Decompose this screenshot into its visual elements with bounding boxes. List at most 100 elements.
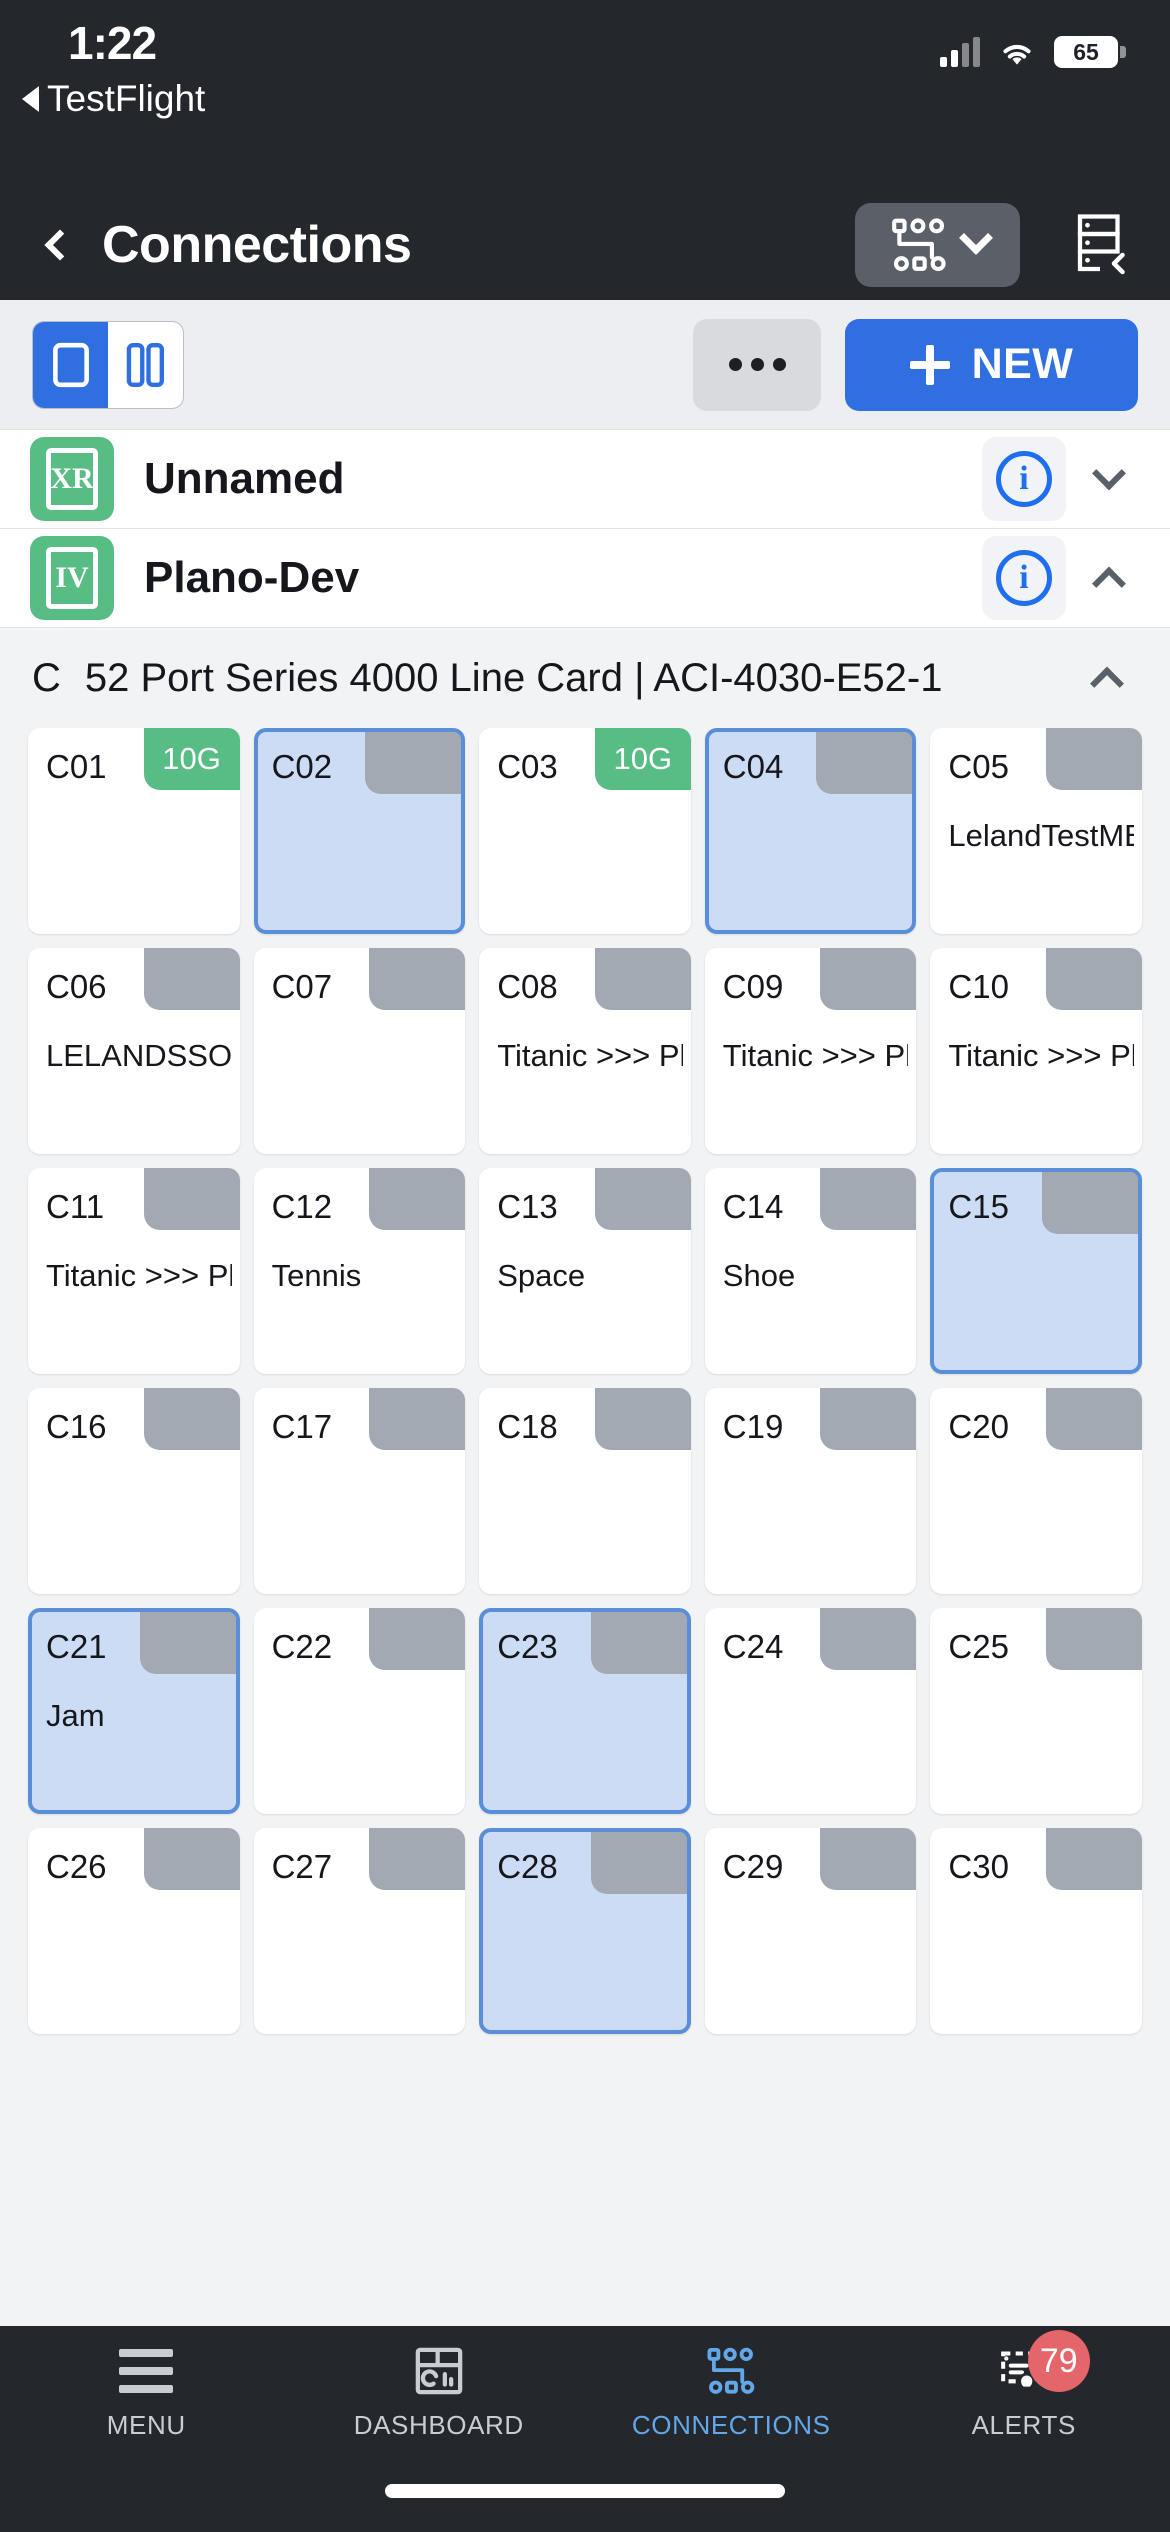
port-status-badge: [820, 1608, 917, 1670]
port-status-badge: [594, 1168, 691, 1230]
tab-dashboard[interactable]: DASHBOARD: [293, 2344, 586, 2441]
port-card[interactable]: C28: [479, 1828, 691, 2034]
port-label: Jam: [46, 1698, 105, 1733]
device-expand-toggle[interactable]: [1092, 456, 1126, 496]
line-card-collapse-toggle[interactable]: [1090, 661, 1124, 701]
port-id: C08: [497, 968, 558, 1005]
tab-alerts[interactable]: 79 ALERTS: [878, 2330, 1170, 2441]
tab-connections[interactable]: CONNECTIONS: [585, 2344, 878, 2441]
port-card[interactable]: C11 Titanic >>> Pl...: [28, 1168, 240, 1374]
port-id: C13: [497, 1188, 558, 1225]
battery-level: 65: [1073, 38, 1099, 65]
line-card-title: 52 Port Series 4000 Line Card | ACI-4030…: [84, 655, 943, 700]
more-options-button[interactable]: [693, 318, 821, 411]
home-indicator: [385, 2484, 785, 2498]
device-collapse-toggle[interactable]: [1092, 561, 1126, 601]
port-card[interactable]: C15: [930, 1168, 1142, 1374]
dashboard-icon: [412, 2344, 466, 2398]
port-id: C18: [497, 1408, 558, 1445]
port-card[interactable]: C09 Titanic >>> Pl...: [704, 948, 917, 1154]
tab-menu[interactable]: MENU: [0, 2344, 293, 2441]
device-badge-label: IV: [46, 547, 98, 609]
port-card[interactable]: C04: [704, 728, 917, 934]
port-id: C03: [497, 748, 558, 785]
port-label: Tennis: [271, 1258, 362, 1293]
device-name: Plano-Dev: [144, 553, 360, 602]
triangle-left-icon: [22, 86, 39, 112]
port-label: Titanic >>> Pl...: [497, 1038, 683, 1073]
topology-view-button[interactable]: [855, 203, 1020, 287]
port-card[interactable]: C12 Tennis: [253, 1168, 466, 1374]
port-card[interactable]: C23: [479, 1608, 691, 1814]
port-id: C23: [497, 1628, 558, 1665]
device-info-button[interactable]: i: [982, 536, 1066, 620]
port-id: C25: [948, 1628, 1009, 1665]
device-type-badge: IV: [30, 536, 114, 620]
port-status-badge: [369, 1168, 466, 1230]
view-single-pane-button[interactable]: [33, 321, 108, 408]
port-grid-scroll-area[interactable]: C01 10G C02 C03 10G C04 C05 LelandTestMB3 C06 LEL…: [0, 728, 1170, 2326]
line-card-header[interactable]: C 52 Port Series 4000 Line Card | ACI-40…: [0, 628, 1170, 728]
port-card[interactable]: C02: [253, 728, 466, 934]
port-status-badge: [1042, 1172, 1138, 1234]
port-card[interactable]: C29: [704, 1828, 917, 2034]
port-card[interactable]: C20: [930, 1388, 1142, 1594]
port-card[interactable]: C21 Jam: [28, 1608, 240, 1814]
view-split-pane-button[interactable]: [108, 322, 183, 408]
back-to-app-link[interactable]: TestFlight: [22, 78, 205, 120]
port-card[interactable]: C14 Shoe: [704, 1168, 917, 1374]
port-id: C17: [271, 1408, 333, 1445]
port-card[interactable]: C24: [704, 1608, 917, 1814]
port-status-badge: [139, 1612, 236, 1674]
new-button[interactable]: NEW: [845, 318, 1138, 411]
port-id: C21: [46, 1628, 107, 1665]
port-card[interactable]: C01 10G: [28, 728, 240, 934]
port-status-badge: [365, 732, 462, 794]
device-name: Unnamed: [144, 454, 345, 503]
port-card[interactable]: C18: [479, 1388, 691, 1594]
port-id: C22: [271, 1628, 333, 1665]
port-card[interactable]: C16: [28, 1388, 240, 1594]
back-button[interactable]: [30, 209, 90, 281]
port-id: C11: [46, 1188, 105, 1225]
port-status-badge: [369, 948, 466, 1010]
topology-icon: [891, 218, 946, 272]
port-card[interactable]: C08 Titanic >>> Pl...: [479, 948, 691, 1154]
port-card[interactable]: C03 10G: [479, 728, 691, 934]
port-card[interactable]: C30: [930, 1828, 1142, 2034]
port-id: C19: [722, 1408, 784, 1445]
port-id: C28: [497, 1848, 558, 1885]
port-status-badge: [820, 948, 917, 1010]
port-status-badge: [1046, 1828, 1142, 1890]
port-card[interactable]: C19: [704, 1388, 917, 1594]
port-status-badge: [369, 1828, 466, 1890]
port-label: LelandTestMB3: [948, 818, 1134, 853]
port-id: C06: [46, 968, 107, 1005]
port-label: Space: [497, 1258, 586, 1293]
new-button-label: NEW: [971, 340, 1074, 388]
port-card[interactable]: C26: [28, 1828, 240, 2034]
port-status-badge: [590, 1832, 687, 1894]
port-id: C12: [271, 1188, 333, 1225]
port-card[interactable]: C07: [253, 948, 466, 1154]
chevron-down-icon: [1092, 456, 1126, 491]
port-id: C15: [948, 1188, 1009, 1225]
device-info-button[interactable]: i: [982, 437, 1066, 521]
port-card[interactable]: C13 Space: [479, 1168, 691, 1374]
port-status-badge: [1046, 1608, 1142, 1670]
port-card[interactable]: C05 LelandTestMB3: [930, 728, 1142, 934]
device-row[interactable]: IV Plano-Dev i: [0, 529, 1170, 628]
port-card[interactable]: C17: [253, 1388, 466, 1594]
status-time: 1:22: [68, 17, 157, 69]
port-card[interactable]: C10 Titanic >>> Pl...: [930, 948, 1142, 1154]
rack-view-button[interactable]: [1064, 205, 1136, 285]
port-id: C26: [46, 1848, 107, 1885]
port-card[interactable]: C25: [930, 1608, 1142, 1814]
port-card[interactable]: C22: [253, 1608, 466, 1814]
port-card[interactable]: C27: [253, 1828, 466, 2034]
port-status-badge: [143, 1168, 240, 1230]
view-mode-segmented-control[interactable]: [32, 320, 184, 409]
device-row[interactable]: XR Unnamed i: [0, 430, 1170, 529]
port-card[interactable]: C06 LELANDSSO35: [28, 948, 240, 1154]
bottom-tab-bar: MENU DASHBOARD CONNECTIONS 79 ALERTS: [0, 2326, 1170, 2458]
